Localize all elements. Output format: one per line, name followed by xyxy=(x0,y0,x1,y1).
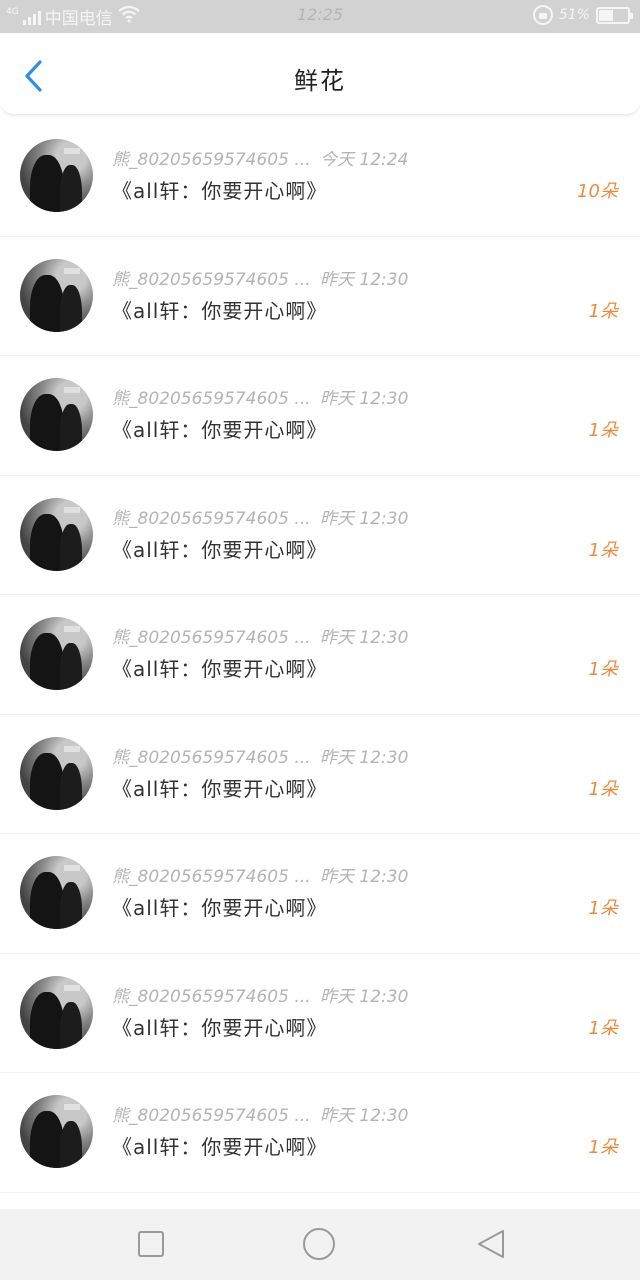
list-item[interactable]: 熊_80205659574605 ... 今天 12:24 《all轩：你要开心… xyxy=(0,117,640,237)
nav-bar: 鲜花 xyxy=(0,33,640,115)
avatar[interactable] xyxy=(20,497,93,571)
list-item[interactable]: 熊_80205659574605 ... 昨天 12:30 《all轩：你要开心… xyxy=(0,236,640,356)
avatar[interactable] xyxy=(20,378,93,451)
flower-count: 10朵 xyxy=(577,181,618,202)
sender-name: 熊_80205659574605 ... xyxy=(112,986,311,1007)
list-item[interactable]: 熊_80205659574605 ... 昨天 12:30 《all轩：你要开心… xyxy=(0,714,640,834)
timestamp: 昨天 12:30 xyxy=(320,269,409,290)
recents-button[interactable] xyxy=(134,1227,168,1261)
message-text: 《all轩：你要开心啊》 xyxy=(112,537,328,562)
timestamp: 昨天 12:30 xyxy=(320,867,409,887)
avatar[interactable] xyxy=(20,856,93,929)
battery-icon xyxy=(596,6,633,24)
flower-count: 1朵 xyxy=(588,778,618,800)
timestamp: 昨天 12:30 xyxy=(320,508,409,529)
avatar[interactable] xyxy=(20,258,93,332)
circle-icon xyxy=(303,1228,335,1260)
timestamp: 昨天 12:30 xyxy=(320,389,409,409)
sender-name: 熊_80205659574605 ... xyxy=(112,867,311,887)
list-item[interactable]: 熊_80205659574605 ... 昨天 12:30 《all轩：你要开心… xyxy=(0,595,640,715)
sender-name: 熊_80205659574605 ... xyxy=(112,1106,311,1126)
flower-count: 1朵 xyxy=(588,898,618,919)
flower-record-list: 熊_80205659574605 ... 今天 12:24 《all轩：你要开心… xyxy=(0,117,640,1193)
avatar[interactable] xyxy=(20,139,93,212)
home-button[interactable] xyxy=(302,1227,336,1261)
timestamp: 今天 12:24 xyxy=(320,150,409,170)
status-right: 51% xyxy=(532,5,633,25)
status-bar: 4G 中国电信 12:25 51% xyxy=(0,0,640,33)
flower-count: 1朵 xyxy=(588,1017,618,1039)
message-text: 《all轩：你要开心啊》 xyxy=(112,896,328,920)
flower-count: 1朵 xyxy=(588,420,618,441)
timestamp: 昨天 12:30 xyxy=(320,628,409,648)
list-item[interactable]: 熊_80205659574605 ... 昨天 12:30 《all轩：你要开心… xyxy=(0,834,640,954)
message-text: 《all轩：你要开心啊》 xyxy=(112,657,328,681)
flower-count: 1朵 xyxy=(588,1137,618,1158)
avatar[interactable] xyxy=(20,975,93,1049)
timestamp: 昨天 12:30 xyxy=(320,747,409,768)
battery-percent: 51% xyxy=(558,7,590,23)
list-item[interactable]: 熊_80205659574605 ... 昨天 12:30 《all轩：你要开心… xyxy=(0,1073,640,1193)
avatar[interactable] xyxy=(20,1095,93,1168)
rotation-lock-icon xyxy=(532,5,553,25)
sender-name: 熊_80205659574605 ... xyxy=(112,269,311,290)
list-item[interactable]: 熊_80205659574605 ... 昨天 12:30 《all轩：你要开心… xyxy=(0,356,640,476)
timestamp: 昨天 12:30 xyxy=(320,986,409,1007)
flower-count: 1朵 xyxy=(588,539,618,561)
flower-count: 1朵 xyxy=(588,659,618,680)
message-text: 《all轩：你要开心啊》 xyxy=(112,418,328,442)
page-title: 鲜花 xyxy=(294,67,346,95)
sender-name: 熊_80205659574605 ... xyxy=(112,150,311,170)
system-nav-bar xyxy=(0,1209,640,1280)
list-item[interactable]: 熊_80205659574605 ... 昨天 12:30 《all轩：你要开心… xyxy=(0,953,640,1073)
system-back-button[interactable] xyxy=(474,1227,508,1261)
triangle-back-icon xyxy=(478,1230,504,1258)
square-icon xyxy=(138,1231,164,1257)
message-text: 《all轩：你要开心啊》 xyxy=(112,1015,328,1040)
message-text: 《all轩：你要开心啊》 xyxy=(112,1135,328,1159)
message-text: 《all轩：你要开心啊》 xyxy=(112,179,328,203)
sender-name: 熊_80205659574605 ... xyxy=(112,628,311,648)
flower-count: 1朵 xyxy=(588,300,618,322)
sender-name: 熊_80205659574605 ... xyxy=(112,747,311,768)
avatar[interactable] xyxy=(20,736,93,810)
sender-name: 熊_80205659574605 ... xyxy=(112,389,311,409)
message-text: 《all轩：你要开心啊》 xyxy=(112,298,328,323)
sender-name: 熊_80205659574605 ... xyxy=(112,508,311,529)
list-item[interactable]: 熊_80205659574605 ... 昨天 12:30 《all轩：你要开心… xyxy=(0,475,640,595)
message-text: 《all轩：你要开心啊》 xyxy=(112,776,328,801)
timestamp: 昨天 12:30 xyxy=(320,1106,409,1126)
avatar[interactable] xyxy=(20,617,93,690)
